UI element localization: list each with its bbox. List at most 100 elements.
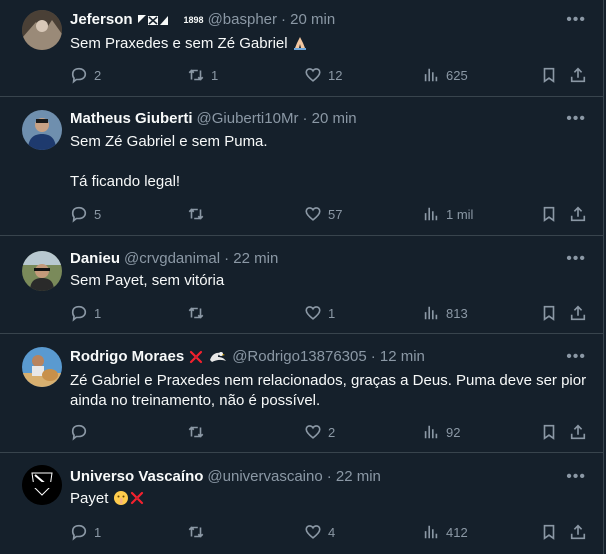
avatar[interactable]	[22, 347, 62, 387]
retweet-icon	[188, 208, 204, 220]
reply-button[interactable]	[70, 422, 94, 442]
share-icon	[570, 305, 586, 321]
like-button[interactable]: 2	[304, 422, 335, 442]
tweet[interactable]: Universo Vascaíno @univervascaino · 22 m…	[0, 453, 604, 554]
author-handle[interactable]: @crvgdanimal	[124, 249, 220, 269]
bookmark-button[interactable]	[540, 422, 558, 442]
views-icon	[424, 68, 438, 82]
tweet-actions: 1 4 412	[70, 522, 590, 542]
like-button[interactable]: 12	[304, 65, 342, 85]
author-name[interactable]: Jeferson	[70, 10, 133, 30]
tweet[interactable]: Danieu @crvgdanimal · 22 min ••• Sem Pay…	[0, 236, 604, 334]
views-count: 92	[446, 424, 461, 440]
avatar[interactable]	[22, 10, 62, 50]
more-icon[interactable]: •••	[566, 12, 586, 28]
retweet-button[interactable]: 1	[187, 65, 218, 85]
like-count: 4	[328, 524, 336, 540]
author-name[interactable]: Rodrigo Moraes	[70, 347, 184, 367]
heart-icon	[305, 207, 321, 221]
more-icon[interactable]: •••	[566, 111, 586, 127]
retweet-button[interactable]	[187, 303, 211, 323]
more-icon[interactable]: •••	[566, 251, 586, 267]
tweet-time[interactable]: · 20 min	[302, 109, 356, 129]
retweet-icon	[188, 69, 204, 81]
avatar[interactable]	[22, 110, 62, 150]
share-button[interactable]	[569, 65, 587, 85]
author-handle[interactable]: @univervascaino	[207, 467, 322, 487]
tweet-header: Matheus Giuberti @Giuberti10Mr · 20 min	[70, 109, 357, 129]
bookmark-button[interactable]	[540, 522, 558, 542]
retweet-button[interactable]	[187, 422, 211, 442]
tweet[interactable]: Jeferson 1898 @baspher · 20 min ••• Sem …	[0, 0, 604, 97]
like-button[interactable]: 4	[304, 522, 335, 542]
retweet-icon	[188, 526, 204, 538]
heart-icon	[305, 425, 321, 439]
tweet-time[interactable]: · 22 min	[327, 467, 381, 487]
share-icon	[570, 524, 586, 540]
retweet-button[interactable]	[187, 204, 211, 224]
more-icon[interactable]: •••	[566, 349, 586, 365]
share-button[interactable]	[569, 422, 587, 442]
views-count: 813	[446, 305, 468, 321]
retweet-button[interactable]	[187, 522, 211, 542]
tweet-header: Jeferson 1898 @baspher · 20 min	[70, 10, 335, 30]
reply-button[interactable]: 5	[70, 204, 101, 224]
avatar-photo-icon	[22, 10, 62, 50]
tweet-time[interactable]: · 22 min	[224, 249, 278, 269]
bookmark-button[interactable]	[540, 204, 558, 224]
retweet-count: 1	[211, 67, 219, 83]
praying-hands-icon	[292, 35, 308, 57]
reply-feed: Jeferson 1898 @baspher · 20 min ••• Sem …	[0, 0, 604, 554]
heart-icon	[305, 525, 321, 539]
views-count: 412	[446, 524, 468, 540]
tweet-text: Payet	[70, 489, 590, 512]
tweet-text: Sem Praxedes e sem Zé Gabriel	[70, 34, 590, 57]
tweet-header: Danieu @crvgdanimal · 22 min	[70, 249, 278, 269]
like-button[interactable]: 1	[304, 303, 335, 323]
tweet-time[interactable]: · 20 min	[281, 10, 335, 30]
share-button[interactable]	[569, 303, 587, 323]
author-handle[interactable]: @baspher	[208, 10, 277, 30]
share-icon	[570, 206, 586, 222]
like-button[interactable]: 57	[304, 204, 342, 224]
views-icon	[424, 425, 438, 439]
tweet-header: Rodrigo Moraes @Rodrigo13876305 · 12 min	[70, 347, 425, 367]
more-icon[interactable]: •••	[566, 469, 586, 485]
shushing-face-icon	[113, 490, 129, 512]
views-icon	[424, 207, 438, 221]
bookmark-button[interactable]	[540, 65, 558, 85]
share-button[interactable]	[569, 522, 587, 542]
tweet-text-content: Sem Praxedes e sem Zé Gabriel	[70, 35, 288, 52]
views-icon	[424, 306, 438, 320]
views-button[interactable]: 412	[422, 522, 468, 542]
share-button[interactable]	[569, 204, 587, 224]
tweet[interactable]: Matheus Giuberti @Giuberti10Mr · 20 min …	[0, 97, 604, 236]
badge-number: 1898	[183, 15, 204, 25]
reply-button[interactable]: 2	[70, 65, 101, 85]
author-name[interactable]: Danieu	[70, 249, 120, 269]
reply-button[interactable]: 1	[70, 303, 101, 323]
reply-button[interactable]: 1	[70, 522, 101, 542]
views-button[interactable]: 1 mil	[422, 204, 473, 224]
author-name[interactable]: Matheus Giuberti	[70, 109, 193, 129]
tweet[interactable]: Rodrigo Moraes @Rodrigo13876305 · 12 min…	[0, 334, 604, 453]
views-button[interactable]: 92	[422, 422, 460, 442]
bookmark-button[interactable]	[540, 303, 558, 323]
bookmark-icon	[543, 524, 555, 540]
author-handle[interactable]: @Giuberti10Mr	[197, 109, 299, 129]
avatar[interactable]	[22, 251, 62, 291]
tweet-actions: 5 57 1 mil	[70, 204, 590, 224]
tweet-time[interactable]: · 12 min	[371, 347, 425, 367]
views-button[interactable]: 625	[422, 65, 468, 85]
avatar[interactable]	[22, 465, 62, 505]
badge-icons	[188, 349, 228, 365]
tweet-text: Sem Payet, sem vitória	[70, 272, 225, 289]
retweet-icon	[188, 426, 204, 438]
tweet-header: Universo Vascaíno @univervascaino · 22 m…	[70, 467, 381, 487]
author-handle[interactable]: @Rodrigo13876305	[232, 347, 367, 367]
anger-symbol-icon	[129, 490, 145, 512]
views-button[interactable]: 813	[422, 303, 468, 323]
bookmark-icon	[543, 67, 555, 83]
eagle-icon	[210, 352, 227, 362]
author-name[interactable]: Universo Vascaíno	[70, 467, 203, 487]
